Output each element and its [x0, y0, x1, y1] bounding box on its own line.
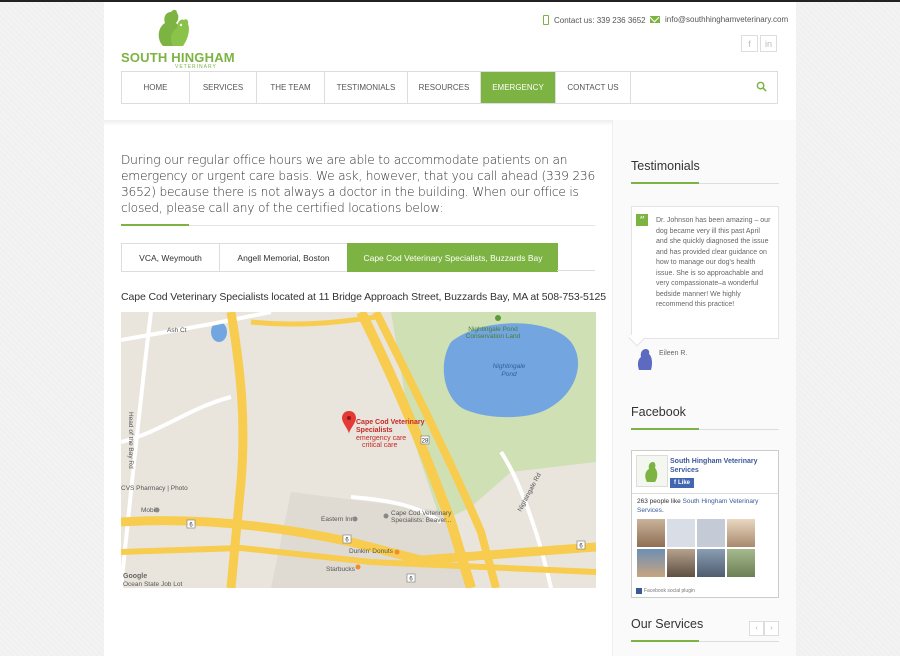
- logo-name: SOUTH HINGHAM: [121, 50, 235, 65]
- fb-plugin-icon: [636, 588, 642, 594]
- marker-title-2: Specialists: [356, 427, 393, 434]
- fb-fan-avatar[interactable]: [727, 549, 755, 577]
- map-label-ccvs-small: Cape Cod Veterinary: [391, 510, 452, 517]
- tab-vca-weymouth[interactable]: VCA, Weymouth: [121, 243, 219, 272]
- fb-plugin-label: Facebook social plugin: [644, 588, 695, 594]
- marker-sub: emergency care: [356, 435, 406, 442]
- intro-divider: [121, 225, 595, 226]
- nav-the-team[interactable]: THE TEAM: [257, 72, 325, 103]
- map-label-starbucks: Starbucks: [326, 566, 356, 573]
- fb-fan-avatar[interactable]: [727, 519, 755, 547]
- services-carousel-controls: ‹ ›: [749, 621, 779, 636]
- dunkin-poi-icon: [394, 549, 400, 555]
- emergency-intro-text: During our regular office hours we are a…: [121, 153, 596, 215]
- testimonial-author: Eileen R.: [659, 350, 688, 357]
- contact-phone[interactable]: Contact us: 339 236 3652: [543, 15, 646, 25]
- fb-faces: [637, 519, 777, 577]
- fb-fan-avatar[interactable]: [667, 549, 695, 577]
- fb-social-plugin[interactable]: Facebook social plugin: [636, 588, 695, 594]
- testimonial-card: “ Dr. Johnson has been amazing – our dog…: [631, 206, 779, 339]
- eastern-inn-poi-icon: [352, 516, 358, 522]
- tab-angell-memorial[interactable]: Angell Memorial, Boston: [219, 243, 347, 272]
- starbucks-poi-icon: [355, 564, 361, 570]
- nav-services[interactable]: SERVICES: [190, 72, 257, 103]
- map-label-eastern-inn: Eastern Inn: [321, 516, 355, 523]
- fb-fan-avatar[interactable]: [637, 519, 665, 547]
- site-logo[interactable]: SOUTH HINGHAM VETERINARY: [121, 6, 235, 70]
- phone-icon: [543, 15, 549, 25]
- map-label-dunkin: Dunkin' Donuts: [349, 548, 394, 555]
- nav-home[interactable]: HOME: [122, 72, 190, 103]
- tabs-baseline: [557, 270, 595, 271]
- fb-thumbnail-icon: [645, 462, 658, 482]
- fb-like-count: 263 people like South Hingham Veterinary…: [637, 498, 775, 515]
- fb-count-prefix: 263 people like: [637, 498, 683, 505]
- fb-page-thumbnail[interactable]: [636, 455, 668, 487]
- facebook-rule-accent: [631, 428, 699, 430]
- testimonials-heading: Testimonials: [631, 159, 700, 173]
- map-label-pond-2: Pond: [501, 371, 517, 378]
- map-label-pond: Nightingale: [493, 363, 526, 370]
- conservation-poi-icon: [495, 315, 501, 321]
- search-icon[interactable]: [756, 81, 767, 92]
- map-label-ccvs-small-2: Specialists: Beaver...: [391, 517, 452, 524]
- map-label-conservation: Nightingale Pond: [468, 326, 518, 333]
- location-details: Cape Cod Veterinary Specialists located …: [121, 291, 606, 303]
- fb-separator: [632, 493, 778, 494]
- dog-avatar-icon: [637, 349, 653, 370]
- route-28-label: 28: [422, 439, 429, 445]
- testimonial-text: Dr. Johnson has been amazing – our dog b…: [656, 217, 771, 308]
- nav-emergency[interactable]: EMERGENCY: [481, 72, 556, 103]
- nav-resources[interactable]: RESOURCES: [408, 72, 481, 103]
- sidebar: Testimonials “ Dr. Johnson has been amaz…: [612, 120, 796, 656]
- map-canvas: 28 6 6 6 6 Ash Ct Nightingale Pond Conse…: [121, 312, 596, 588]
- fb-count-suffix: .: [661, 506, 664, 514]
- facebook-heading: Facebook: [631, 405, 686, 419]
- services-rule-accent: [631, 640, 699, 642]
- marker-sub-2: critical care: [362, 442, 398, 449]
- main-nav: HOME SERVICES THE TEAM TESTIMONIALS RESO…: [121, 71, 778, 104]
- linkedin-icon[interactable]: in: [760, 35, 777, 52]
- nav-testimonials[interactable]: TESTIMONIALS: [325, 72, 408, 103]
- map-label-bay-rd: Head of the Bay Rd: [127, 412, 134, 469]
- carousel-next-button[interactable]: ›: [764, 621, 779, 636]
- nav-contact-us[interactable]: CONTACT US: [556, 72, 631, 103]
- marker-title: Cape Cod Veterinary: [356, 419, 425, 426]
- fb-fan-avatar[interactable]: [667, 519, 695, 547]
- fb-page-name[interactable]: South Hingham Veterinary Services: [670, 457, 774, 475]
- fb-like-button[interactable]: f Like: [670, 478, 694, 488]
- services-heading: Our Services: [631, 617, 704, 631]
- testimonials-rule-accent: [631, 182, 699, 184]
- fb-fan-avatar[interactable]: [697, 549, 725, 577]
- contact-phone-text: Contact us: 339 236 3652: [554, 15, 646, 25]
- fb-like-f-icon: f: [673, 480, 676, 486]
- facebook-icon[interactable]: f: [741, 35, 758, 52]
- google-map[interactable]: 28 6 6 6 6 Ash Ct Nightingale Pond Conse…: [121, 312, 596, 588]
- tab-cape-cod[interactable]: Cape Cod Veterinary Specialists, Buzzard…: [347, 243, 558, 272]
- mobil-poi-icon: [154, 507, 160, 513]
- ccvs-poi-icon: [383, 513, 389, 519]
- map-label-cvs: CVS Pharmacy | Photo: [121, 485, 188, 492]
- mail-icon: [650, 16, 660, 23]
- fb-fan-avatar[interactable]: [697, 519, 725, 547]
- quote-icon: “: [636, 214, 648, 226]
- contact-email[interactable]: info@southhinghamveterinary.com: [650, 15, 788, 24]
- contact-email-text: info@southhinghamveterinary.com: [665, 15, 789, 24]
- logo-animals-icon: [158, 9, 189, 46]
- map-label-ocean-state: Ocean State Job Lot: [123, 581, 182, 588]
- intro-divider-accent: [121, 224, 189, 226]
- facebook-like-box: South Hingham Veterinary Services f Like…: [631, 450, 779, 598]
- logo-subtitle: VETERINARY: [175, 64, 217, 70]
- google-logo: Google: [123, 573, 147, 580]
- fb-like-label: Like: [677, 480, 690, 486]
- fb-fan-avatar[interactable]: [637, 549, 665, 577]
- page-container: SOUTH HINGHAM VETERINARY Contact us: 339…: [104, 2, 796, 656]
- map-label-conservation-2: Conservation Land: [466, 333, 521, 340]
- location-tabs: VCA, Weymouth Angell Memorial, Boston Ca…: [121, 243, 558, 272]
- map-label-ash-ct: Ash Ct: [167, 327, 187, 334]
- carousel-prev-button[interactable]: ‹: [749, 621, 764, 636]
